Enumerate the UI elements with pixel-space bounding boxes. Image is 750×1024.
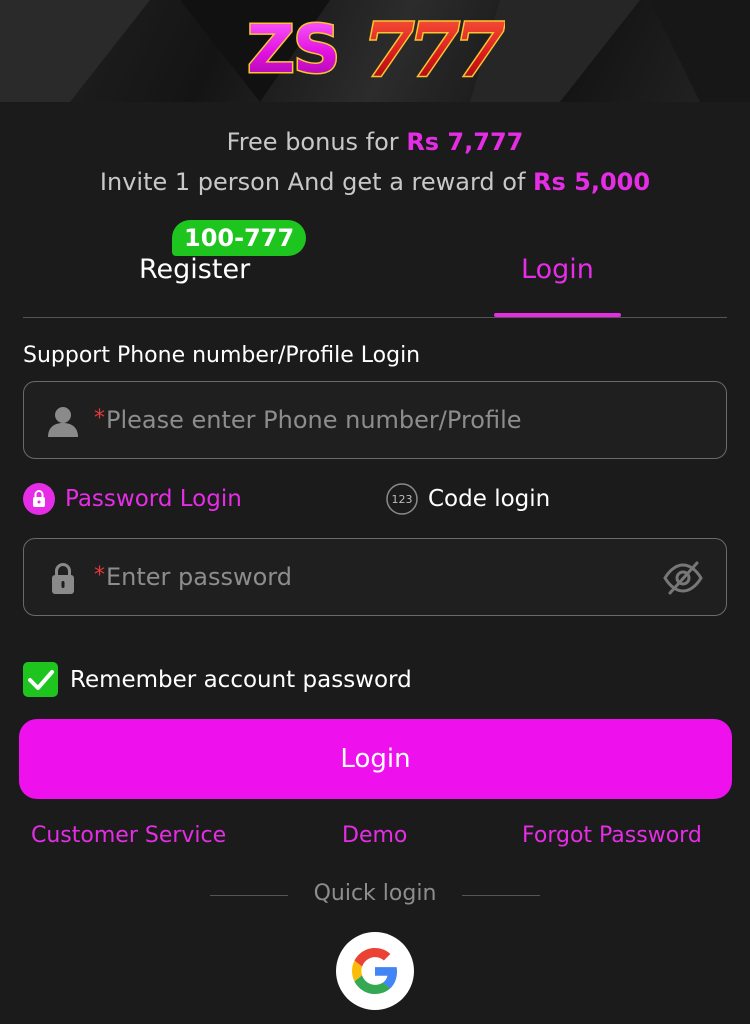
login-button[interactable]: Login xyxy=(19,719,732,799)
brand-logo: ZS 777 xyxy=(246,10,506,86)
bonus-line-2-text: Invite 1 person And get a reward of xyxy=(99,168,534,196)
remember-label: Remember account password xyxy=(70,666,412,693)
tab-register[interactable]: Register xyxy=(139,254,250,285)
svg-text:ZS: ZS xyxy=(247,11,338,86)
password-input[interactable] xyxy=(106,557,666,597)
customer-service-link[interactable]: Customer Service xyxy=(31,823,226,848)
remember-password-option[interactable]: Remember account password xyxy=(23,662,412,697)
header-banner: ZS 777 xyxy=(0,0,750,102)
code-login-mode[interactable]: 123 Code login xyxy=(386,483,550,515)
forgot-password-link[interactable]: Forgot Password xyxy=(522,823,702,848)
svg-text:123: 123 xyxy=(392,493,413,506)
lock-icon xyxy=(52,563,74,594)
password-login-mode[interactable]: Password Login xyxy=(23,483,242,515)
quick-login-divider-right xyxy=(462,895,540,896)
tab-active-indicator xyxy=(494,313,621,317)
required-mark: * xyxy=(94,563,105,588)
register-bonus-badge: 100-777 xyxy=(172,220,307,256)
demo-link[interactable]: Demo xyxy=(342,823,407,848)
bonus-line-2: Invite 1 person And get a reward of Rs 5… xyxy=(0,168,750,196)
eye-off-icon[interactable] xyxy=(662,559,704,597)
checkmark-icon xyxy=(27,669,54,690)
required-mark: * xyxy=(94,406,105,431)
google-login-button[interactable] xyxy=(336,932,414,1010)
bonus-line-1-text: Free bonus for xyxy=(226,128,407,156)
tab-login[interactable]: Login xyxy=(521,254,594,285)
support-login-label: Support Phone number/Profile Login xyxy=(23,343,421,368)
remember-checkbox[interactable] xyxy=(23,662,58,697)
quick-login-label: Quick login xyxy=(313,881,437,906)
phone-profile-field[interactable]: * xyxy=(23,381,727,459)
lock-circle-icon xyxy=(23,483,55,515)
tab-divider xyxy=(23,317,727,318)
reward-amount: Rs 5,000 xyxy=(533,168,651,196)
user-icon xyxy=(48,407,78,437)
bonus-amount: Rs 7,777 xyxy=(406,128,524,156)
password-login-label: Password Login xyxy=(65,486,242,512)
code-123-icon: 123 xyxy=(386,483,418,515)
bonus-line-1: Free bonus for Rs 7,777 xyxy=(0,128,750,156)
code-login-label: Code login xyxy=(428,486,551,512)
password-field[interactable]: * xyxy=(23,538,727,616)
phone-profile-input[interactable] xyxy=(106,400,666,440)
google-icon xyxy=(352,948,398,994)
svg-text:777: 777 xyxy=(363,10,505,86)
